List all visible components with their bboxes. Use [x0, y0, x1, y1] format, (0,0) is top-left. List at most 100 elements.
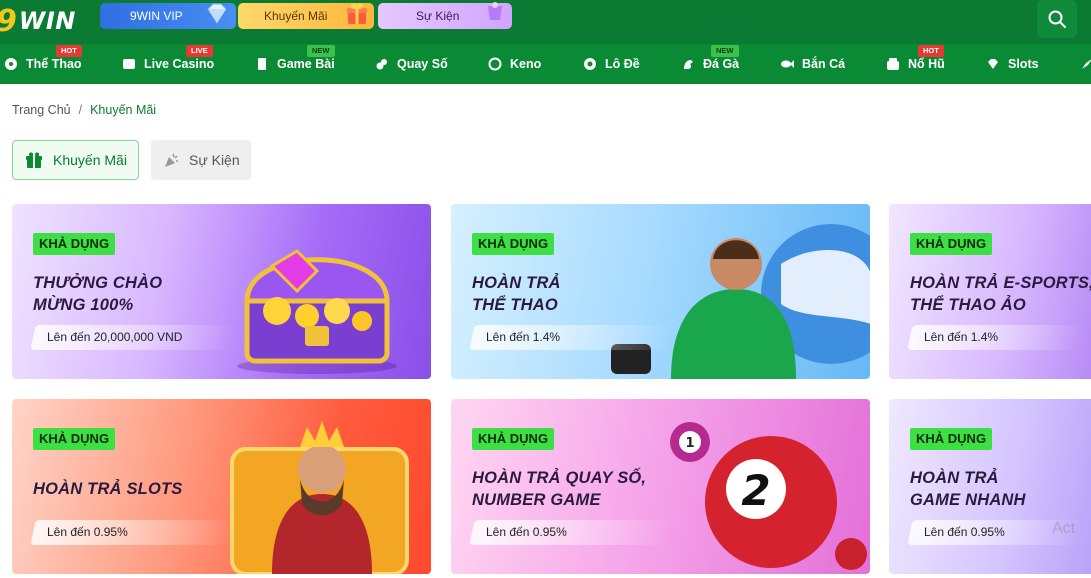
- tab-label: Khuyến Mãi: [53, 152, 127, 168]
- available-tag: KHẢ DỤNG: [910, 233, 993, 255]
- event-header-button[interactable]: Sự Kiện: [378, 2, 512, 29]
- activation-watermark: Act: [1052, 520, 1076, 537]
- diamond-icon: [986, 57, 1000, 71]
- nav-label: Nổ Hũ: [908, 57, 945, 71]
- cards-icon: [255, 57, 269, 71]
- search-icon: [1048, 10, 1066, 28]
- gift-icon: [26, 152, 42, 168]
- card-title-line: THỂ THAO ẢO: [910, 296, 1026, 314]
- logo-win: WIN: [18, 7, 76, 35]
- card-title: THƯỞNG CHÀO MỪNG 100%: [33, 272, 162, 316]
- card-title-line: HOÀN TRẢ E-SPORTS,: [910, 274, 1091, 292]
- nav-item-slots[interactable]: Slots: [986, 44, 1039, 84]
- card-limit: Lên đến 0.95%: [486, 525, 567, 539]
- nav-label: Keno: [510, 57, 542, 71]
- site-logo[interactable]: 9 WIN: [0, 4, 76, 39]
- casino-icon: [122, 57, 136, 71]
- breadcrumb-separator: /: [78, 103, 83, 117]
- nav-label: Game Bài: [277, 57, 335, 71]
- main-nav: Thể Thao HOT Live Casino LIVE Game Bài N…: [0, 44, 1091, 84]
- search-button[interactable]: [1037, 0, 1077, 38]
- nav-item-the-thao[interactable]: Thể Thao HOT: [4, 44, 82, 84]
- tab-khuyen-mai[interactable]: Khuyến Mãi: [12, 140, 139, 180]
- promo-header-label: Khuyến Mãi: [264, 9, 328, 23]
- breadcrumb-home[interactable]: Trang Chủ: [12, 103, 71, 117]
- card-title-line: HOÀN TRẢ: [472, 274, 561, 292]
- rocket-icon: [1080, 57, 1091, 71]
- nav-item-game-bai[interactable]: Game Bài NEW: [255, 44, 335, 84]
- nav-label: Bắn Cá: [802, 57, 846, 71]
- small-ball-number: 1: [685, 436, 694, 451]
- available-tag: KHẢ DỤNG: [33, 233, 116, 255]
- card-title-line: THƯỞNG CHÀO: [33, 274, 163, 292]
- available-tag: KHẢ DỤNG: [472, 428, 555, 450]
- breadcrumb: Trang Chủ / Khuyến Mãi: [12, 103, 156, 117]
- nav-label: Slots: [1008, 57, 1039, 71]
- tab-label: Sự Kiện: [189, 152, 240, 168]
- nav-item-keno[interactable]: Keno: [488, 44, 541, 84]
- available-tag: KHẢ DỤNG: [910, 428, 993, 450]
- new-badge: NEW: [711, 45, 739, 57]
- card-title-line: HOÀN TRẢ SLOTS: [33, 480, 183, 498]
- promo-card-slots-rebate[interactable]: KHẢ DỤNG HOÀN TRẢ SLOTS Lên đến 0.95%: [12, 399, 431, 574]
- live-badge: LIVE: [186, 45, 213, 57]
- breadcrumb-current: Khuyến Mãi: [90, 103, 157, 117]
- card-title-line: HOÀN TRẢ QUAY SỐ,: [472, 469, 647, 487]
- new-badge: NEW: [307, 45, 335, 57]
- nav-item-lo-de[interactable]: Lô Đề: [583, 44, 640, 84]
- event-header-label: Sự Kiện: [416, 9, 460, 23]
- keno-icon: [488, 57, 502, 71]
- treasure-chest-image: [237, 249, 397, 374]
- hot-badge: HOT: [56, 45, 82, 57]
- soccer-ball-icon: [4, 57, 18, 71]
- promo-card-lottery-rebate[interactable]: 1 2 KHẢ DỤNG HOÀN TRẢ QUAY SỐ, NUMBER GA…: [451, 399, 870, 574]
- card-title: HOÀN TRẢ GAME NHANH: [910, 467, 1026, 511]
- card-title: HOÀN TRẢ E-SPORTS, THỂ THAO ẢO: [910, 272, 1091, 316]
- event-cup-icon: [488, 2, 502, 20]
- available-tag: KHẢ DỤNG: [472, 233, 555, 255]
- nav-item-ban-ca[interactable]: Bắn Cá: [780, 44, 845, 84]
- tab-su-kien[interactable]: Sự Kiện: [151, 140, 251, 180]
- card-limit-pill: Lên đến 0.95%: [469, 520, 675, 545]
- nav-item-no-hu[interactable]: Nổ Hũ HOT: [886, 44, 945, 84]
- card-limit: Lên đến 0.95%: [924, 525, 1005, 539]
- card-limit: Lên đến 20,000,000 VND: [47, 330, 183, 344]
- promo-card-welcome-bonus[interactable]: KHẢ DỤNG THƯỞNG CHÀO MỪNG 100% Lên đến 2…: [12, 204, 431, 379]
- hot-badge: HOT: [918, 45, 944, 57]
- party-popper-icon: [165, 153, 178, 167]
- nav-label: Quay Số: [397, 57, 448, 71]
- promo-card-esports-rebate[interactable]: KHẢ DỤNG HOÀN TRẢ E-SPORTS, THỂ THAO ẢO …: [889, 204, 1091, 379]
- nav-item-da-ga[interactable]: Đá Gà NEW: [681, 44, 739, 84]
- vip-button[interactable]: 9WIN VIP: [100, 3, 236, 29]
- nav-label: Thể Thao: [26, 57, 82, 71]
- card-limit: Lên đến 1.4%: [486, 330, 561, 344]
- card-limit-pill: Lên đến 1.4%: [469, 325, 675, 350]
- king-image: [230, 421, 409, 574]
- card-title-line: MỪNG 100%: [33, 296, 134, 314]
- big-ball-number: 2: [741, 466, 770, 515]
- diamond-icon: [207, 3, 227, 24]
- lottery-balls-image: 1 2: [670, 422, 867, 570]
- fish-icon: [780, 57, 794, 71]
- card-limit: Lên đến 0.95%: [47, 525, 128, 539]
- card-title-line: HOÀN TRẢ: [910, 469, 999, 487]
- card-title-line: NUMBER GAME: [472, 491, 601, 509]
- card-title: HOÀN TRẢ QUAY SỐ, NUMBER GAME: [472, 467, 646, 511]
- card-title: HOÀN TRẢ SLOTS: [33, 478, 182, 500]
- promo-header-button[interactable]: Khuyến Mãi: [238, 3, 374, 29]
- logo-nine: 9: [0, 4, 17, 39]
- promo-card-sports-rebate[interactable]: KHẢ DỤNG HOÀN TRẢ THỂ THAO Lên đến 1.4%: [451, 204, 870, 379]
- card-title-line: GAME NHANH: [910, 491, 1026, 509]
- nav-item-quay-so[interactable]: Quay Số: [375, 44, 448, 84]
- card-title-line: THỂ THAO: [472, 296, 558, 314]
- goalkeeper-image: [611, 224, 870, 379]
- card-limit: Lên đến 1.4%: [924, 330, 999, 344]
- nav-item-more[interactable]: [1080, 44, 1091, 84]
- lode-icon: [583, 57, 597, 71]
- nav-label: Đá Gà: [703, 57, 740, 71]
- nav-item-live-casino[interactable]: Live Casino LIVE: [122, 44, 214, 84]
- promo-card-fast-game-rebate[interactable]: KHẢ DỤNG HOÀN TRẢ GAME NHANH Lên đến 0.9…: [889, 399, 1091, 574]
- nav-label: Lô Đề: [605, 57, 640, 71]
- nav-label: Live Casino: [144, 57, 215, 71]
- card-title: HOÀN TRẢ THỂ THAO: [472, 272, 561, 316]
